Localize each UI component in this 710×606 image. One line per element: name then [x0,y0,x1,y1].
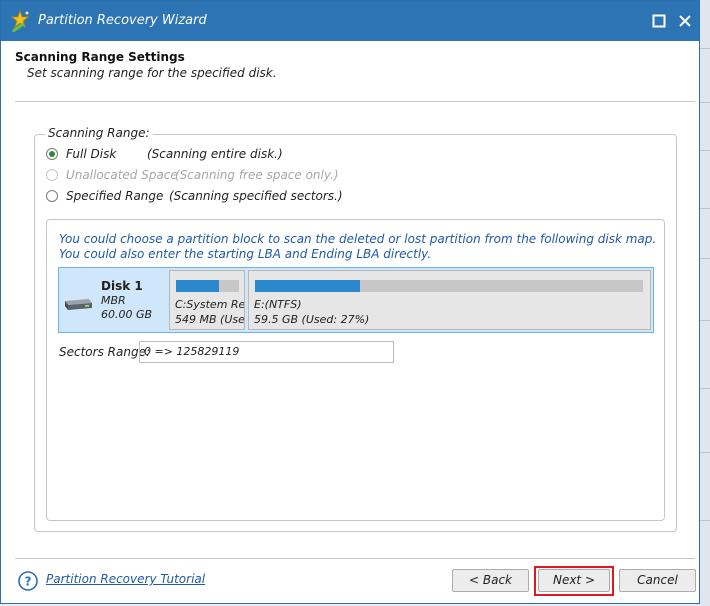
scanning-range-legend: Scanning Range: [45,126,153,140]
window-title: Partition Recovery Wizard [38,13,207,28]
partition-usage-fill [255,280,360,292]
tutorial-link-text[interactable]: Partition Recovery Tutorial [46,572,205,586]
disk-map-instructions: You could choose a partition block to sc… [59,232,657,261]
wizard-dialog: Partition Recovery Wizard Scanning Range… [0,0,700,604]
radio-specified-range[interactable]: Specified Range (Scanning specified sect… [46,189,346,205]
partition-usage-fill [176,280,219,292]
help-icon: ? [18,571,38,591]
partition-block-system-reserved[interactable]: C:System Res 549 MB (Used [169,270,245,330]
disk-name: Disk 1 [101,279,143,293]
radio-button[interactable] [46,190,58,202]
page-title: Scanning Range Settings [15,50,185,64]
sectors-range-label: Sectors Range: [59,345,150,359]
sectors-range-input[interactable]: 0 => 125829119 [139,341,394,363]
page-subtitle: Set scanning range for the specified dis… [27,66,277,80]
partition-usage-bar [255,280,643,292]
radio-full-disk[interactable]: Full Disk (Scanning entire disk.) [46,147,306,163]
radio-button-checked[interactable] [46,148,58,160]
hard-disk-icon [65,299,92,310]
partition-block-e-ntfs[interactable]: E:(NTFS) 59.5 GB (Used: 27%) [248,270,651,330]
wizard-header: Scanning Range Settings Set scanning ran… [15,50,277,80]
partition-detail: 59.5 GB (Used: 27%) [254,313,370,326]
header-divider [15,101,695,102]
radio-description: (Scanning specified sectors.) [169,189,343,203]
radio-label: Full Disk [66,147,117,161]
partition-usage-bar [176,280,239,292]
close-button[interactable] [673,9,697,33]
next-button[interactable]: Next > [538,569,610,592]
radio-button[interactable] [46,169,58,181]
radio-description: (Scanning free space only.) [175,168,339,182]
partition-name: E:(NTFS) [254,298,302,311]
wizard-wand-icon [10,9,30,33]
partition-name: C:System Res [175,298,245,311]
maximize-button[interactable] [647,9,671,33]
cancel-button[interactable]: Cancel [619,569,696,592]
disk-size: 60.00 GB [101,308,153,321]
radio-label: Unallocated Space [66,168,178,182]
disk-type: MBR [101,294,126,307]
disk-map-panel [46,219,665,521]
radio-unallocated-space[interactable]: Unallocated Space (Scanning free space o… [46,168,376,184]
back-button[interactable]: < Back [452,569,529,592]
radio-description: (Scanning entire disk.) [147,147,283,161]
disk-info-block[interactable]: Disk 1 MBR 60.00 GB [59,268,166,332]
title-bar[interactable]: Partition Recovery Wizard [1,1,699,41]
svg-text:?: ? [25,575,32,589]
disk-map-row[interactable]: Disk 1 MBR 60.00 GB C:System Res 549 MB … [58,267,654,333]
partition-detail: 549 MB (Used [175,313,245,326]
radio-label: Specified Range [66,189,164,203]
footer-divider [15,558,695,559]
